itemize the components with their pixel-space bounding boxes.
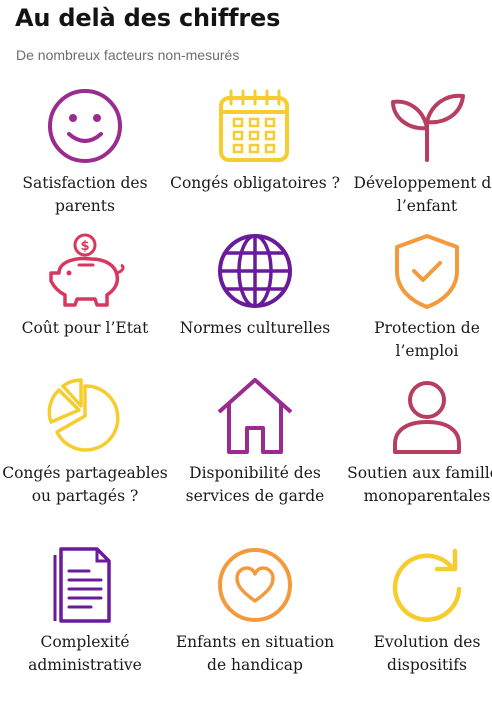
factor-label: Normes culturelles [179, 319, 331, 337]
refresh-icon [392, 548, 462, 622]
smiley-face-icon [48, 89, 122, 163]
factor-label: Protection de l’emploi [374, 319, 480, 360]
heart-circle-icon [218, 548, 292, 622]
document-icon [53, 547, 111, 623]
house-icon [217, 378, 293, 454]
pie-chart-icon [47, 378, 120, 452]
factor-label: Congés partageables ou partagés ? [2, 464, 168, 505]
factor-label: Satisfaction des parents [22, 174, 148, 215]
factor-label: Congés obligatoires ? [170, 174, 340, 192]
factor-label: Disponibilité des services de garde [185, 464, 325, 505]
factor-label: Développement de l’enfant [353, 174, 492, 215]
piggy-bank-icon: $ [49, 233, 125, 307]
shield-check-icon [395, 234, 459, 309]
person-icon [393, 381, 461, 454]
factor-label: Complexité administrative [28, 633, 142, 674]
globe-icon [218, 234, 292, 308]
factor-label: Enfants en situation de handicap [175, 633, 335, 674]
sprout-icon [391, 93, 465, 162]
page-title: Au delà des chiffres [15, 4, 281, 32]
factor-label: Evolution des dispositifs [373, 633, 481, 674]
page-subtitle: De nombreux facteurs non-mesurés [16, 47, 240, 63]
svg-text:$: $ [80, 239, 89, 254]
factor-label: Coût pour l’Etat [21, 319, 149, 337]
calendar-icon [219, 89, 289, 162]
factor-label: Soutien aux familles monoparentales [347, 464, 492, 505]
